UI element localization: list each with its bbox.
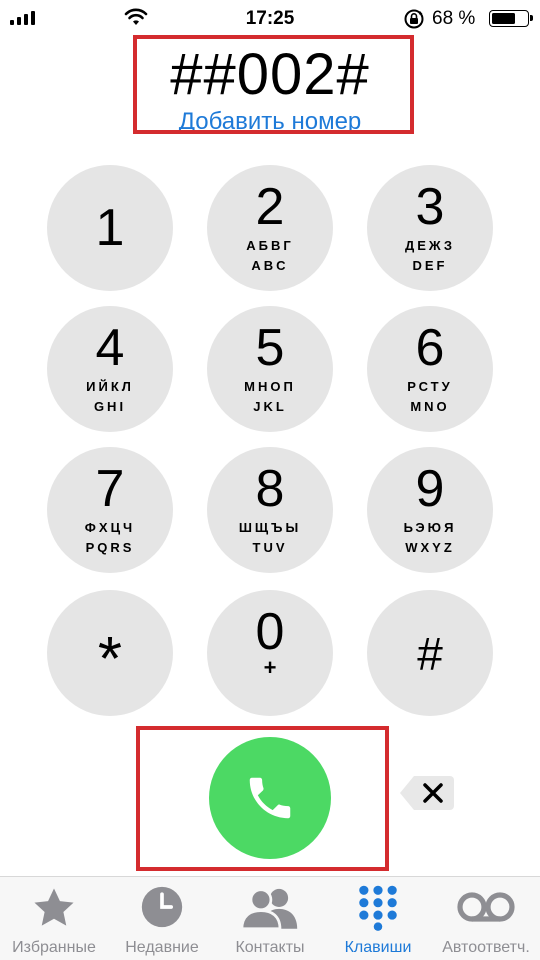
tab-label: Недавние (125, 939, 199, 956)
key-plus-label: + (263, 655, 277, 680)
call-highlight-box (136, 726, 389, 871)
key-letters-latin: DEF (412, 258, 448, 273)
key-digit: 2 (255, 178, 285, 236)
tab-label: Автоответч. (442, 939, 530, 956)
key-6[interactable]: 6 РСТУ MNO (367, 306, 493, 432)
rotation-lock-icon (404, 9, 424, 29)
key-digit: 7 (95, 460, 125, 518)
key-letters-cyrillic: ЬЭЮЯ (403, 520, 457, 535)
key-digit: * (97, 625, 123, 694)
tab-label: Клавиши (344, 939, 412, 956)
delete-backspace-icon[interactable] (398, 772, 456, 814)
key-letters-cyrillic: АБВГ (246, 238, 294, 253)
voicemail-icon (457, 892, 515, 922)
key-7[interactable]: 7 ФХЦЧ PQRS (47, 447, 173, 573)
key-hash[interactable]: # (367, 590, 493, 716)
key-letters-cyrillic: МНОП (244, 379, 296, 394)
key-letters-cyrillic: ДЕЖЗ (405, 238, 455, 253)
tab-recents[interactable]: Недавние (108, 877, 216, 960)
tab-voicemail[interactable]: Автоответч. (432, 877, 540, 960)
key-9[interactable]: 9 ЬЭЮЯ WXYZ (367, 447, 493, 573)
keypad-icon (359, 885, 397, 931)
key-letters-latin: WXYZ (405, 540, 455, 555)
number-highlight-box (133, 35, 414, 134)
key-letters-latin: TUV (252, 540, 288, 555)
key-letters-cyrillic: РСТУ (407, 379, 453, 394)
key-digit: 4 (95, 319, 125, 377)
tab-keypad[interactable]: Клавиши (324, 877, 432, 960)
tab-bar: Избранные Недавние Контакты Клавиши Авто… (0, 876, 540, 960)
key-letters-cyrillic: ФХЦЧ (84, 520, 136, 535)
key-4[interactable]: 4 ИЙКЛ GHI (47, 306, 173, 432)
key-letters-latin: JKL (253, 399, 287, 414)
tab-label: Избранные (12, 939, 96, 956)
battery-icon (489, 10, 533, 27)
key-letters-cyrillic: ИЙКЛ (86, 379, 134, 394)
key-letters-latin: GHI (93, 399, 127, 414)
key-digit: 6 (415, 319, 445, 377)
key-letters-latin: MNO (410, 399, 450, 414)
status-bar: 17:25 68 % (0, 0, 540, 36)
tab-contacts[interactable]: Контакты (216, 877, 324, 960)
key-1[interactable]: 1 (47, 165, 173, 291)
key-digit: 8 (255, 460, 285, 518)
key-2[interactable]: 2 АБВГ ABC (207, 165, 333, 291)
key-0[interactable]: 0 + (207, 590, 333, 716)
key-letters-latin: ABC (251, 258, 289, 273)
clock-icon (141, 886, 183, 928)
key-digit: 9 (415, 460, 445, 518)
key-letters-cyrillic: ШЩЪЫ (238, 520, 302, 535)
battery-percent: 68 % (432, 8, 476, 29)
key-digit: 3 (415, 178, 445, 236)
key-digit: # (417, 628, 443, 680)
star-icon (34, 888, 74, 926)
tab-label: Контакты (235, 939, 305, 956)
key-8[interactable]: 8 ШЩЪЫ TUV (207, 447, 333, 573)
key-digit: 0 (255, 603, 285, 661)
contacts-icon (241, 888, 298, 929)
key-letters-latin: PQRS (85, 540, 135, 555)
tab-favorites[interactable]: Избранные (0, 877, 108, 960)
key-3[interactable]: 3 ДЕЖЗ DEF (367, 165, 493, 291)
key-star[interactable]: * (47, 590, 173, 716)
key-digit: 1 (95, 199, 125, 257)
key-5[interactable]: 5 МНОП JKL (207, 306, 333, 432)
key-digit: 5 (255, 319, 285, 377)
